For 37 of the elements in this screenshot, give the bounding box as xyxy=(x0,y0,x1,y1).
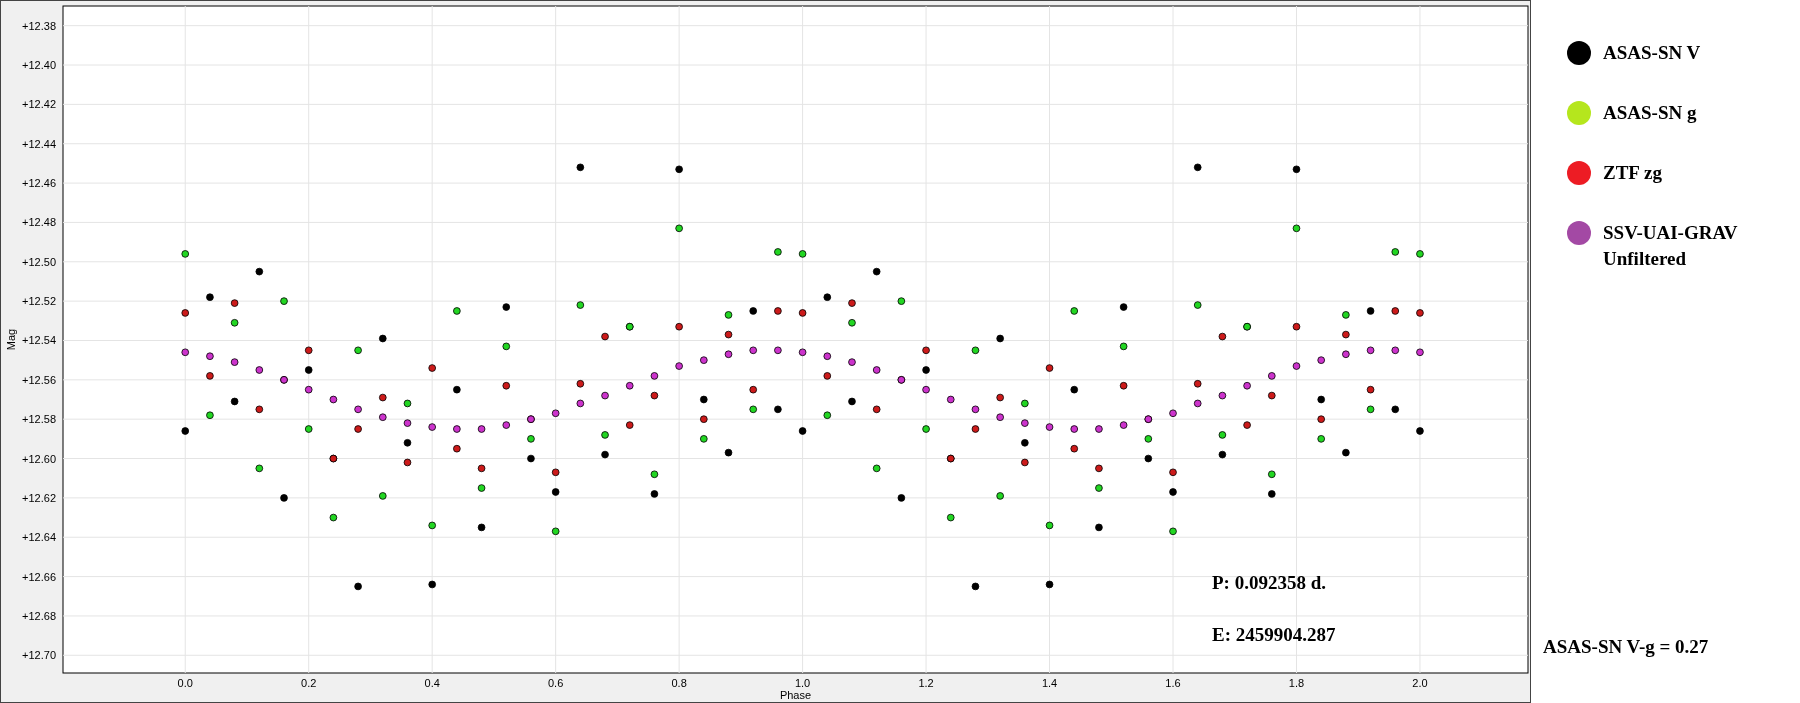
x-axis-title: Phase xyxy=(779,689,812,701)
y-tick-label: +12.40 xyxy=(22,59,56,72)
x-tick-label: 1.0 xyxy=(794,677,811,689)
x-tick-label: 1.2 xyxy=(918,677,934,689)
y-tick-label: +12.70 xyxy=(22,649,56,662)
y-tick-label: +12.68 xyxy=(22,609,56,622)
x-tick-label: 0.0 xyxy=(177,677,193,689)
y-tick-label: +12.42 xyxy=(22,98,56,111)
y-tick-label: +12.66 xyxy=(22,570,56,583)
y-tick-label: +12.46 xyxy=(22,177,56,190)
x-tick-label: 2.0 xyxy=(1412,677,1428,689)
y-tick-label: +12.38 xyxy=(22,19,56,32)
legend-label: ZTF zg xyxy=(1603,161,1663,185)
x-tick-label: 1.4 xyxy=(1041,677,1058,689)
x-tick-label: 1.6 xyxy=(1165,677,1181,689)
y-tick-label: +12.64 xyxy=(22,531,56,544)
chart-annotation: P: 0.092358 d. xyxy=(1212,572,1326,593)
legend-label: SSV-UAI-GRAV Unfiltered xyxy=(1603,221,1739,271)
x-tick-label: 0.8 xyxy=(671,677,687,689)
legend-label: ASAS-SN V xyxy=(1603,41,1702,65)
y-tick-label: +12.58 xyxy=(22,413,56,426)
legend-label: ASAS-SN g xyxy=(1603,101,1698,125)
color-index-text: ASAS-SN V-g = 0.27 xyxy=(1543,634,1710,659)
x-tick-label: 1.8 xyxy=(1288,677,1305,689)
y-tick-label: +12.50 xyxy=(22,255,56,268)
y-tick-label: +12.48 xyxy=(22,216,56,229)
y-tick-label: +12.44 xyxy=(22,137,56,150)
y-tick-label: +12.54 xyxy=(22,334,56,347)
y-tick-label: +12.52 xyxy=(22,295,56,308)
x-tick-label: 0.6 xyxy=(548,677,564,689)
x-tick-label: 0.4 xyxy=(424,677,440,689)
chart-annotation: E: 2459904.287 xyxy=(1212,624,1336,645)
y-tick-label: +12.62 xyxy=(22,491,56,504)
y-tick-label: +12.60 xyxy=(22,452,56,465)
y-axis-title: Mag xyxy=(5,328,17,351)
x-tick-label: 0.2 xyxy=(301,677,317,689)
y-tick-label: +12.56 xyxy=(22,373,56,386)
